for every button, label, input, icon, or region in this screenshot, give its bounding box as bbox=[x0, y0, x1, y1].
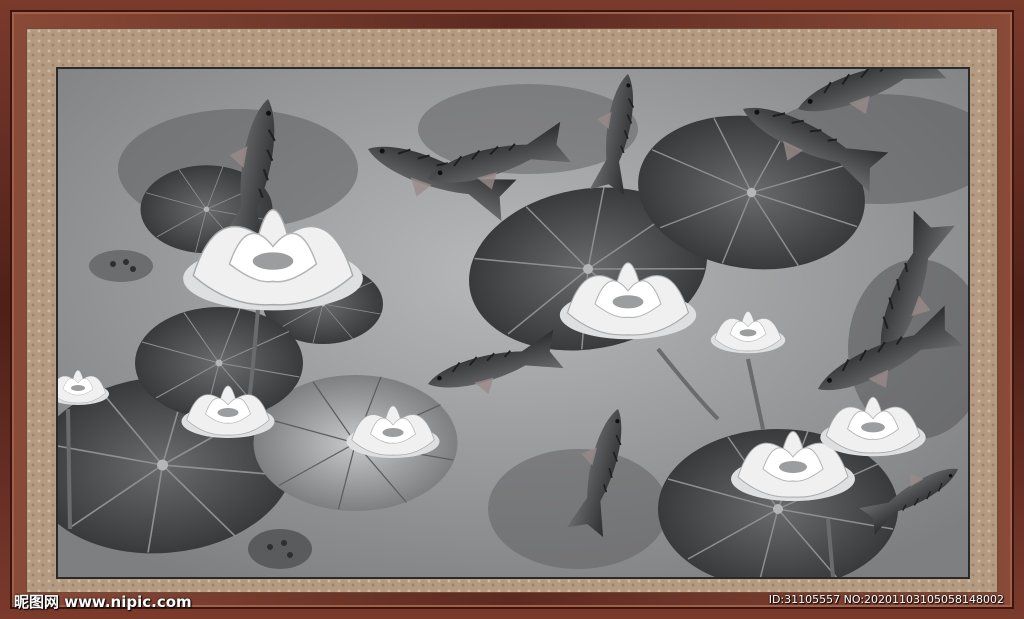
site-watermark: 昵图网 www.nipic.com bbox=[14, 593, 192, 611]
painting-canvas bbox=[58, 69, 968, 577]
picture-frame: 昵图网 www.nipic.com ID:31105557 NO:2020110… bbox=[0, 0, 1024, 619]
lotus-seedpod-icon bbox=[89, 250, 153, 282]
id-watermark: ID:31105557 NO:20201103105058148002 bbox=[768, 593, 1004, 606]
lotus-seedpod-icon bbox=[248, 529, 312, 569]
ink-painting bbox=[58, 69, 968, 577]
